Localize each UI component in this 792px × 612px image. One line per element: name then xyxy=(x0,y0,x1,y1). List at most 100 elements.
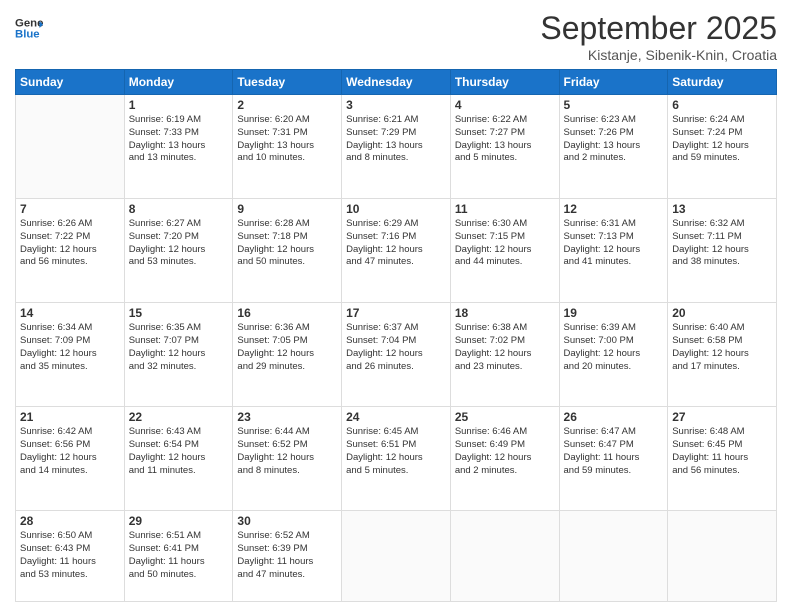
day-number: 28 xyxy=(20,514,120,528)
day-info: Sunrise: 6:45 AM Sunset: 6:51 PM Dayligh… xyxy=(346,426,446,477)
calendar-cell: 27 Sunrise: 6:48 AM Sunset: 6:45 PM Dayli… xyxy=(668,407,777,511)
calendar-cell: 14 Sunrise: 6:34 AM Sunset: 7:09 PM Dayli… xyxy=(16,303,125,407)
day-number: 8 xyxy=(129,202,229,216)
day-number: 27 xyxy=(672,410,772,424)
day-info: Sunrise: 6:32 AM Sunset: 7:11 PM Dayligh… xyxy=(672,218,772,269)
day-info: Sunrise: 6:22 AM Sunset: 7:27 PM Dayligh… xyxy=(455,114,555,165)
calendar-cell xyxy=(342,511,451,602)
page: General Blue September 2025 Kistanje, Si… xyxy=(0,0,792,612)
calendar-cell: 19 Sunrise: 6:39 AM Sunset: 7:00 PM Dayli… xyxy=(559,303,668,407)
day-info: Sunrise: 6:31 AM Sunset: 7:13 PM Dayligh… xyxy=(564,218,664,269)
col-header-saturday: Saturday xyxy=(668,70,777,95)
calendar-cell: 23 Sunrise: 6:44 AM Sunset: 6:52 PM Dayli… xyxy=(233,407,342,511)
calendar-cell: 13Sunrise: 6:32 AM Sunset: 7:11 PM Dayli… xyxy=(668,199,777,303)
calendar-cell: 2 Sunrise: 6:20 AM Sunset: 7:31 PM Daylig… xyxy=(233,95,342,199)
calendar-cell: 22 Sunrise: 6:43 AM Sunset: 6:54 PM Dayli… xyxy=(124,407,233,511)
day-number: 30 xyxy=(237,514,337,528)
calendar-cell: 10Sunrise: 6:29 AM Sunset: 7:16 PM Dayli… xyxy=(342,199,451,303)
calendar-cell: 28 Sunrise: 6:50 AM Sunset: 6:43 PM Dayli… xyxy=(16,511,125,602)
day-info: Sunrise: 6:24 AM Sunset: 7:24 PM Dayligh… xyxy=(672,114,772,165)
col-header-friday: Friday xyxy=(559,70,668,95)
day-number: 25 xyxy=(455,410,555,424)
day-number: 24 xyxy=(346,410,446,424)
calendar-cell: 20 Sunrise: 6:40 AM Sunset: 6:58 PM Dayli… xyxy=(668,303,777,407)
day-number: 11 xyxy=(455,202,555,216)
calendar-cell: 25 Sunrise: 6:46 AM Sunset: 6:49 PM Dayli… xyxy=(450,407,559,511)
calendar-cell xyxy=(16,95,125,199)
day-info: Sunrise: 6:46 AM Sunset: 6:49 PM Dayligh… xyxy=(455,426,555,477)
day-number: 2 xyxy=(237,98,337,112)
day-number: 3 xyxy=(346,98,446,112)
day-info: Sunrise: 6:29 AM Sunset: 7:16 PM Dayligh… xyxy=(346,218,446,269)
calendar-cell: 1 Sunrise: 6:19 AM Sunset: 7:33 PM Daylig… xyxy=(124,95,233,199)
day-info: Sunrise: 6:35 AM Sunset: 7:07 PM Dayligh… xyxy=(129,322,229,373)
calendar-week-1: 7Sunrise: 6:26 AM Sunset: 7:22 PM Daylig… xyxy=(16,199,777,303)
day-number: 18 xyxy=(455,306,555,320)
logo: General Blue xyxy=(15,14,43,42)
col-header-thursday: Thursday xyxy=(450,70,559,95)
day-number: 19 xyxy=(564,306,664,320)
day-info: Sunrise: 6:38 AM Sunset: 7:02 PM Dayligh… xyxy=(455,322,555,373)
calendar-cell: 7Sunrise: 6:26 AM Sunset: 7:22 PM Daylig… xyxy=(16,199,125,303)
day-number: 15 xyxy=(129,306,229,320)
day-number: 4 xyxy=(455,98,555,112)
day-number: 17 xyxy=(346,306,446,320)
header: General Blue September 2025 Kistanje, Si… xyxy=(15,10,777,63)
day-number: 26 xyxy=(564,410,664,424)
calendar-cell: 11 Sunrise: 6:30 AM Sunset: 7:15 PM Dayli… xyxy=(450,199,559,303)
day-info: Sunrise: 6:27 AM Sunset: 7:20 PM Dayligh… xyxy=(129,218,229,269)
calendar-header-row: SundayMondayTuesdayWednesdayThursdayFrid… xyxy=(16,70,777,95)
day-number: 20 xyxy=(672,306,772,320)
calendar-week-2: 14 Sunrise: 6:34 AM Sunset: 7:09 PM Dayli… xyxy=(16,303,777,407)
day-info: Sunrise: 6:52 AM Sunset: 6:39 PM Dayligh… xyxy=(237,530,337,581)
calendar-cell: 24 Sunrise: 6:45 AM Sunset: 6:51 PM Dayli… xyxy=(342,407,451,511)
calendar-cell: 26Sunrise: 6:47 AM Sunset: 6:47 PM Dayli… xyxy=(559,407,668,511)
calendar-cell: 5Sunrise: 6:23 AM Sunset: 7:26 PM Daylig… xyxy=(559,95,668,199)
title-block: September 2025 Kistanje, Sibenik-Knin, C… xyxy=(540,10,777,63)
calendar-week-3: 21 Sunrise: 6:42 AM Sunset: 6:56 PM Dayli… xyxy=(16,407,777,511)
day-info: Sunrise: 6:28 AM Sunset: 7:18 PM Dayligh… xyxy=(237,218,337,269)
location-subtitle: Kistanje, Sibenik-Knin, Croatia xyxy=(540,47,777,63)
calendar-cell: 12 Sunrise: 6:31 AM Sunset: 7:13 PM Dayli… xyxy=(559,199,668,303)
calendar-cell: 9 Sunrise: 6:28 AM Sunset: 7:18 PM Daylig… xyxy=(233,199,342,303)
calendar-cell xyxy=(559,511,668,602)
day-info: Sunrise: 6:51 AM Sunset: 6:41 PM Dayligh… xyxy=(129,530,229,581)
day-number: 22 xyxy=(129,410,229,424)
day-info: Sunrise: 6:44 AM Sunset: 6:52 PM Dayligh… xyxy=(237,426,337,477)
day-number: 9 xyxy=(237,202,337,216)
day-info: Sunrise: 6:34 AM Sunset: 7:09 PM Dayligh… xyxy=(20,322,120,373)
day-number: 1 xyxy=(129,98,229,112)
day-info: Sunrise: 6:43 AM Sunset: 6:54 PM Dayligh… xyxy=(129,426,229,477)
col-header-wednesday: Wednesday xyxy=(342,70,451,95)
day-info: Sunrise: 6:48 AM Sunset: 6:45 PM Dayligh… xyxy=(672,426,772,477)
day-info: Sunrise: 6:37 AM Sunset: 7:04 PM Dayligh… xyxy=(346,322,446,373)
day-number: 23 xyxy=(237,410,337,424)
svg-text:Blue: Blue xyxy=(15,29,40,41)
month-title: September 2025 xyxy=(540,10,777,47)
day-info: Sunrise: 6:30 AM Sunset: 7:15 PM Dayligh… xyxy=(455,218,555,269)
calendar-cell xyxy=(668,511,777,602)
day-number: 21 xyxy=(20,410,120,424)
calendar-cell: 4 Sunrise: 6:22 AM Sunset: 7:27 PM Daylig… xyxy=(450,95,559,199)
day-info: Sunrise: 6:50 AM Sunset: 6:43 PM Dayligh… xyxy=(20,530,120,581)
day-info: Sunrise: 6:42 AM Sunset: 6:56 PM Dayligh… xyxy=(20,426,120,477)
calendar-cell: 15 Sunrise: 6:35 AM Sunset: 7:07 PM Dayli… xyxy=(124,303,233,407)
calendar-cell: 8 Sunrise: 6:27 AM Sunset: 7:20 PM Daylig… xyxy=(124,199,233,303)
day-number: 14 xyxy=(20,306,120,320)
calendar-cell: 29Sunrise: 6:51 AM Sunset: 6:41 PM Dayli… xyxy=(124,511,233,602)
day-number: 6 xyxy=(672,98,772,112)
day-info: Sunrise: 6:40 AM Sunset: 6:58 PM Dayligh… xyxy=(672,322,772,373)
day-info: Sunrise: 6:19 AM Sunset: 7:33 PM Dayligh… xyxy=(129,114,229,165)
day-info: Sunrise: 6:21 AM Sunset: 7:29 PM Dayligh… xyxy=(346,114,446,165)
calendar-table: SundayMondayTuesdayWednesdayThursdayFrid… xyxy=(15,69,777,602)
svg-text:General: General xyxy=(15,17,43,29)
col-header-sunday: Sunday xyxy=(16,70,125,95)
day-info: Sunrise: 6:20 AM Sunset: 7:31 PM Dayligh… xyxy=(237,114,337,165)
day-number: 7 xyxy=(20,202,120,216)
calendar-cell: 18 Sunrise: 6:38 AM Sunset: 7:02 PM Dayli… xyxy=(450,303,559,407)
col-header-tuesday: Tuesday xyxy=(233,70,342,95)
day-number: 12 xyxy=(564,202,664,216)
day-info: Sunrise: 6:39 AM Sunset: 7:00 PM Dayligh… xyxy=(564,322,664,373)
day-info: Sunrise: 6:36 AM Sunset: 7:05 PM Dayligh… xyxy=(237,322,337,373)
calendar-cell xyxy=(450,511,559,602)
